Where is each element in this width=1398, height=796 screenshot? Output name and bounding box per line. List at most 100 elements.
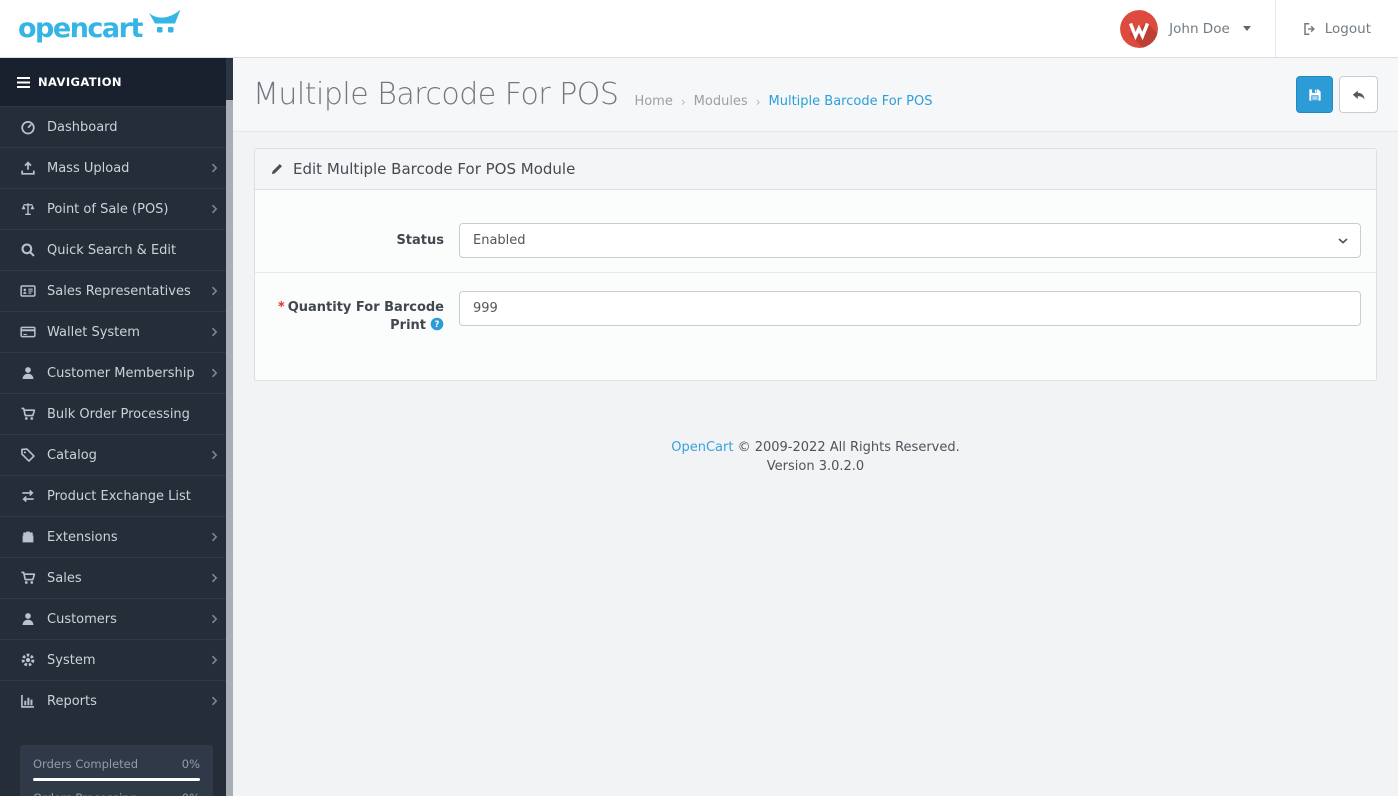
stat-label: Orders Completed bbox=[33, 757, 139, 771]
copyright-line: OpenCart © 2009-2022 All Rights Reserved… bbox=[254, 438, 1377, 457]
avatar bbox=[1120, 9, 1159, 48]
sidebar-item-catalog[interactable]: Catalog bbox=[0, 434, 233, 475]
floppy-save-icon bbox=[1308, 88, 1321, 101]
quantity-label-text: Quantity For Barcode Print bbox=[287, 300, 444, 333]
sidebar-item-customers[interactable]: Customers bbox=[0, 598, 233, 639]
svg-text:?: ? bbox=[435, 320, 440, 330]
panel-heading-text: Edit Multiple Barcode For POS Module bbox=[293, 160, 576, 178]
sidebar-item-system[interactable]: System bbox=[0, 639, 233, 680]
main-content: Multiple Barcode For POS Home › Modules … bbox=[233, 58, 1398, 796]
status-form-group: Status Enabled bbox=[255, 190, 1376, 272]
breadcrumb-separator: › bbox=[755, 94, 761, 109]
chevron-right-icon bbox=[211, 327, 217, 337]
chevron-right-icon bbox=[211, 163, 217, 173]
bar-chart-icon bbox=[21, 694, 35, 708]
sidebar-scrollbar-thumb[interactable] bbox=[226, 100, 233, 796]
stat-label: Orders Processing bbox=[33, 791, 137, 796]
puzzle-icon bbox=[22, 531, 34, 543]
breadcrumb-separator: › bbox=[680, 94, 686, 109]
user-icon bbox=[22, 613, 34, 625]
pencil-icon bbox=[271, 164, 282, 175]
chevron-right-icon bbox=[211, 368, 217, 378]
chevron-right-icon bbox=[211, 286, 217, 296]
chevron-right-icon bbox=[211, 573, 217, 583]
sidebar-item-reports[interactable]: Reports bbox=[0, 680, 233, 721]
sidebar-stats-panel: Orders Completed 0% Orders Processing 0% bbox=[20, 745, 213, 796]
chevron-right-icon bbox=[211, 614, 217, 624]
opencart-cart-icon bbox=[148, 9, 181, 32]
sidebar-item-label: Customer Membership bbox=[47, 365, 195, 381]
version-line: Version 3.0.2.0 bbox=[766, 459, 865, 474]
sidebar-item-product-exchange-list[interactable]: Product Exchange List bbox=[0, 475, 233, 516]
chevron-right-icon bbox=[211, 532, 217, 542]
opencart-footer-link[interactable]: OpenCart bbox=[671, 440, 733, 455]
status-field: Enabled bbox=[459, 223, 1361, 258]
chevron-right-icon bbox=[211, 655, 217, 665]
tag-icon bbox=[21, 448, 35, 462]
back-button[interactable] bbox=[1339, 76, 1378, 113]
breadcrumb-modules[interactable]: Modules bbox=[694, 94, 748, 109]
logout-button[interactable]: Logout bbox=[1274, 0, 1398, 57]
footer: OpenCart © 2009-2022 All Rights Reserved… bbox=[254, 438, 1377, 476]
help-question-circle-icon[interactable]: ? bbox=[430, 317, 444, 331]
header-right-cluster: John Doe Logout bbox=[1096, 0, 1398, 57]
hamburger-icon bbox=[17, 76, 30, 88]
quantity-label: * Quantity For Barcode Print? bbox=[270, 291, 444, 335]
sidebar-navigation-header[interactable]: NAVIGATION bbox=[0, 58, 233, 106]
status-select[interactable]: Enabled bbox=[459, 223, 1361, 258]
sidebar-item-label: Point of Sale (POS) bbox=[47, 201, 169, 217]
panel-heading: Edit Multiple Barcode For POS Module bbox=[255, 149, 1376, 190]
sidebar-item-label: Bulk Order Processing bbox=[47, 406, 190, 422]
page-body: Edit Multiple Barcode For POS Module Sta… bbox=[233, 132, 1398, 476]
sidebar-item-sales[interactable]: Sales bbox=[0, 557, 233, 598]
quantity-field bbox=[459, 291, 1361, 335]
search-icon bbox=[21, 243, 35, 257]
stat-value: 0% bbox=[182, 791, 200, 796]
sidebar-item-quick-search-edit[interactable]: Quick Search & Edit bbox=[0, 229, 233, 270]
id-card-icon bbox=[20, 285, 36, 297]
sidebar-item-sales-representatives[interactable]: Sales Representatives bbox=[0, 270, 233, 311]
sidebar-item-label: Dashboard bbox=[47, 119, 118, 135]
sidebar-item-label: System bbox=[47, 652, 96, 668]
sidebar-item-label: Product Exchange List bbox=[47, 488, 191, 504]
logout-label: Logout bbox=[1324, 20, 1371, 37]
sidebar-item-label: Wallet System bbox=[47, 324, 140, 340]
panel-body: Status Enabled * Quantity For Barcode Pri… bbox=[255, 190, 1376, 380]
sidebar-item-dashboard[interactable]: Dashboard bbox=[0, 106, 233, 147]
user-icon bbox=[22, 367, 34, 379]
orders-completed-progress-bar bbox=[33, 778, 200, 781]
sidebar-item-label: Extensions bbox=[47, 529, 118, 545]
chevron-right-icon bbox=[211, 204, 217, 214]
cart-icon bbox=[20, 571, 36, 585]
sidebar-item-label: Sales Representatives bbox=[47, 283, 191, 299]
copyright-text: © 2009-2022 All Rights Reserved. bbox=[737, 440, 960, 455]
breadcrumb-current[interactable]: Multiple Barcode For POS bbox=[769, 94, 933, 109]
sidebar-item-mass-upload[interactable]: Mass Upload bbox=[0, 147, 233, 188]
balance-scale-icon bbox=[20, 202, 36, 216]
caret-down-icon bbox=[1242, 26, 1251, 31]
sidebar-item-extensions[interactable]: Extensions bbox=[0, 516, 233, 557]
user-menu[interactable]: John Doe bbox=[1096, 0, 1275, 57]
opencart-logo-text: opencart bbox=[18, 13, 143, 44]
status-label: Status bbox=[396, 232, 444, 248]
cart-icon bbox=[20, 407, 36, 421]
breadcrumb-home[interactable]: Home bbox=[634, 94, 672, 109]
save-button[interactable] bbox=[1296, 76, 1333, 113]
sign-out-icon bbox=[1304, 22, 1315, 35]
opencart-logo[interactable]: opencart bbox=[0, 0, 233, 57]
sidebar-item-customer-membership[interactable]: Customer Membership bbox=[0, 352, 233, 393]
credit-card-icon bbox=[20, 326, 36, 338]
required-asterisk: * bbox=[277, 300, 285, 315]
dashboard-icon bbox=[21, 120, 35, 135]
sidebar-item-bulk-order-processing[interactable]: Bulk Order Processing bbox=[0, 393, 233, 434]
sidebar-item-label: Catalog bbox=[47, 447, 97, 463]
exchange-icon bbox=[21, 489, 35, 503]
gear-icon bbox=[21, 653, 35, 667]
sidebar-item-label: Reports bbox=[47, 693, 97, 709]
stat-value: 0% bbox=[181, 757, 200, 771]
quantity-input[interactable] bbox=[459, 291, 1361, 326]
sidebar-item-wallet-system[interactable]: Wallet System bbox=[0, 311, 233, 352]
edit-module-panel: Edit Multiple Barcode For POS Module Sta… bbox=[254, 148, 1377, 381]
sidebar-item-label: Mass Upload bbox=[47, 160, 130, 176]
sidebar-item-point-of-sale[interactable]: Point of Sale (POS) bbox=[0, 188, 233, 229]
